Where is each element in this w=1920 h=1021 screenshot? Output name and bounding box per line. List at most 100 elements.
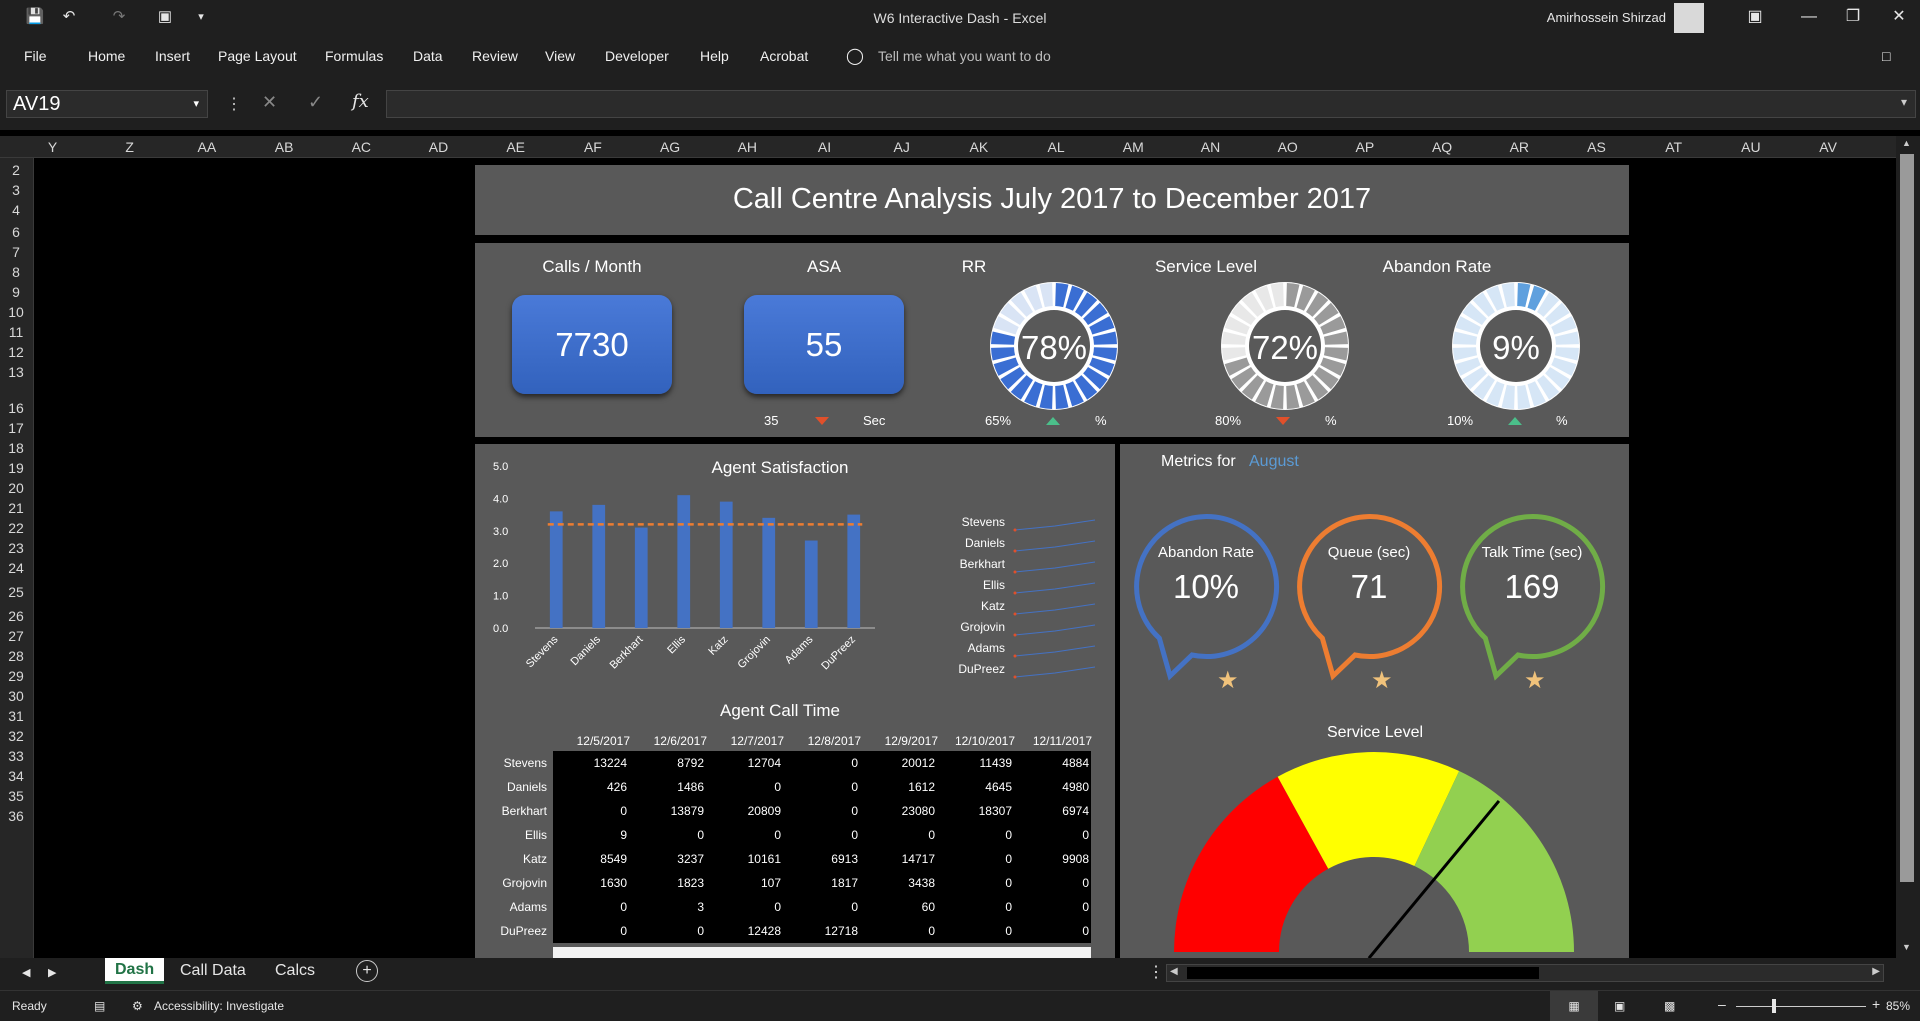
- table-cell: 0: [1005, 876, 1012, 890]
- table-cell: 20012: [901, 756, 935, 770]
- row-header: 27: [8, 628, 24, 644]
- macro-record-icon[interactable]: ▤: [94, 999, 105, 1013]
- tab-home[interactable]: Home: [88, 48, 125, 64]
- table-cell: 12718: [824, 924, 858, 938]
- row-header: 36: [8, 808, 24, 824]
- table-cell: 0: [1005, 900, 1012, 914]
- tab-insert[interactable]: Insert: [155, 48, 190, 64]
- tab-page-layout[interactable]: Page Layout: [218, 48, 297, 64]
- table-date-header: 12/8/2017: [807, 734, 861, 748]
- scroll-left-icon[interactable]: ◀: [1170, 966, 1178, 977]
- zoom-slider[interactable]: [1736, 1006, 1866, 1007]
- dashboard-title: Call Centre Analysis July 2017 to Decemb…: [732, 183, 1372, 215]
- table-row-name: Grojovin: [502, 876, 547, 890]
- minimize-icon[interactable]: —: [1794, 4, 1824, 30]
- tab-acrobat[interactable]: Acrobat: [760, 48, 808, 64]
- prev-sheet-icon[interactable]: ◀: [22, 966, 30, 979]
- enter-icon[interactable]: ✓: [308, 92, 323, 113]
- horizontal-scroll-thumb[interactable]: [1187, 967, 1539, 979]
- table-cell: 12428: [747, 924, 781, 938]
- row-headers: 2 3 4 6 7 8 9 10 11 12 13 16 17 18 19 20 21 22 23 24 25 26 27 2…: [0, 158, 34, 958]
- tab-file[interactable]: File: [24, 48, 47, 64]
- zoom-slider-thumb[interactable]: [1772, 999, 1776, 1013]
- ribbon-display-icon[interactable]: ▣: [1740, 4, 1770, 30]
- tab-developer[interactable]: Developer: [605, 48, 669, 64]
- tab-help[interactable]: Help: [700, 48, 729, 64]
- scroll-down-icon[interactable]: ▼: [1902, 942, 1911, 952]
- column-header: AU: [1741, 139, 1761, 155]
- zoom-in-icon[interactable]: +: [1872, 996, 1880, 1012]
- cancel-icon[interactable]: ✕: [262, 92, 277, 113]
- row-header: 32: [8, 728, 24, 744]
- accessibility-icon[interactable]: ⚙: [132, 999, 143, 1013]
- tab-view[interactable]: View: [545, 48, 575, 64]
- row-header: 19: [8, 460, 24, 476]
- formula-input[interactable]: ▾: [386, 90, 1916, 118]
- row-header: 25: [8, 584, 24, 600]
- status-bar: Ready ▤ ⚙ Accessibility: Investigate ▦ ▣…: [0, 990, 1920, 1021]
- page-break-view-icon[interactable]: ▩: [1664, 999, 1675, 1013]
- table-date-header: 12/10/2017: [954, 734, 1015, 748]
- kpi-label-rr: RR: [961, 257, 987, 276]
- zoom-out-icon[interactable]: –: [1718, 996, 1726, 1012]
- asa-target: 35: [764, 413, 779, 428]
- close-icon[interactable]: ✕: [1884, 4, 1914, 30]
- add-sheet-icon[interactable]: +: [356, 960, 378, 982]
- sheet-tab-dash[interactable]: Dash: [105, 958, 165, 984]
- column-header: AN: [1200, 139, 1221, 155]
- vertical-scrollbar[interactable]: ▲ ▼: [1896, 136, 1920, 958]
- row-header: 17: [8, 420, 24, 436]
- agent-panel: Agent Satisfaction 0.0 1.0 2.0 3.0 4.0 5.0 Ste…: [475, 444, 1115, 959]
- name-box[interactable]: AV19 ▾: [6, 90, 208, 118]
- name-box-dropdown-icon[interactable]: ▾: [193, 91, 199, 117]
- comments-icon[interactable]: □: [1882, 48, 1890, 64]
- table-cell: 0: [1082, 924, 1089, 938]
- column-header: AH: [737, 139, 758, 155]
- insert-function-icon[interactable]: fx: [352, 91, 369, 112]
- table-row-name: Ellis: [524, 828, 547, 842]
- tab-formulas[interactable]: Formulas: [325, 48, 383, 64]
- table-cell: 0: [774, 900, 781, 914]
- vertical-scroll-thumb[interactable]: [1900, 154, 1914, 882]
- table-date-header: 12/9/2017: [884, 734, 938, 748]
- row-header: 2: [12, 162, 20, 178]
- column-headers: Y Z AA AB AC AD AE AF AG AH AI AJ AK AL AM AN AO AP AQ AR AS…: [0, 136, 1920, 158]
- tell-me-search[interactable]: Tell me what you want to do: [878, 48, 1051, 64]
- kpi-rr-value: 78%: [1020, 329, 1088, 366]
- table-cell: 0: [1005, 852, 1012, 866]
- dashboard-title-panel: Call Centre Analysis July 2017 to Decemb…: [475, 165, 1629, 235]
- accessibility-status[interactable]: Accessibility: Investigate: [154, 999, 284, 1013]
- tab-review[interactable]: Review: [472, 48, 518, 64]
- scroll-right-icon[interactable]: ▶: [1872, 966, 1880, 977]
- avatar[interactable]: [1674, 3, 1704, 33]
- scroll-up-icon[interactable]: ▲: [1902, 138, 1911, 148]
- kpi-label-abandon-rate: Abandon Rate: [1382, 257, 1492, 276]
- column-header: AE: [506, 139, 526, 155]
- column-header: AC: [351, 139, 372, 155]
- table-cell: 0: [620, 900, 627, 914]
- tab-data[interactable]: Data: [413, 48, 443, 64]
- tab-splitter-icon[interactable]: ⋮: [1148, 962, 1164, 982]
- user-name[interactable]: Amirhossein Shirzad: [1547, 10, 1666, 25]
- column-header: AJ: [893, 139, 910, 155]
- row-header: 21: [8, 500, 24, 516]
- more-options-icon[interactable]: ⋮: [226, 94, 242, 114]
- table-row-name: Berkhart: [501, 804, 547, 818]
- horizontal-scrollbar[interactable]: ◀ ▶: [1166, 964, 1884, 982]
- table-cell: 1630: [600, 876, 627, 890]
- column-header: AS: [1587, 139, 1606, 155]
- row-header: 29: [8, 668, 24, 684]
- sheet-tab-call-data[interactable]: Call Data: [180, 962, 246, 980]
- sheet-tab-calcs[interactable]: Calcs: [275, 962, 315, 980]
- column-header: Y: [47, 139, 58, 155]
- page-layout-view-icon[interactable]: ▣: [1614, 999, 1625, 1013]
- trend-down-icon: [1276, 417, 1290, 425]
- normal-view-icon[interactable]: ▦: [1550, 991, 1598, 1021]
- next-sheet-icon[interactable]: ▶: [48, 966, 56, 979]
- expand-formula-icon[interactable]: ▾: [1901, 95, 1907, 109]
- row-header: 11: [8, 324, 24, 340]
- column-header: AQ: [1431, 139, 1453, 155]
- table-cell: 0: [774, 828, 781, 842]
- zoom-level[interactable]: 85%: [1886, 999, 1910, 1013]
- restore-icon[interactable]: ❐: [1838, 4, 1868, 30]
